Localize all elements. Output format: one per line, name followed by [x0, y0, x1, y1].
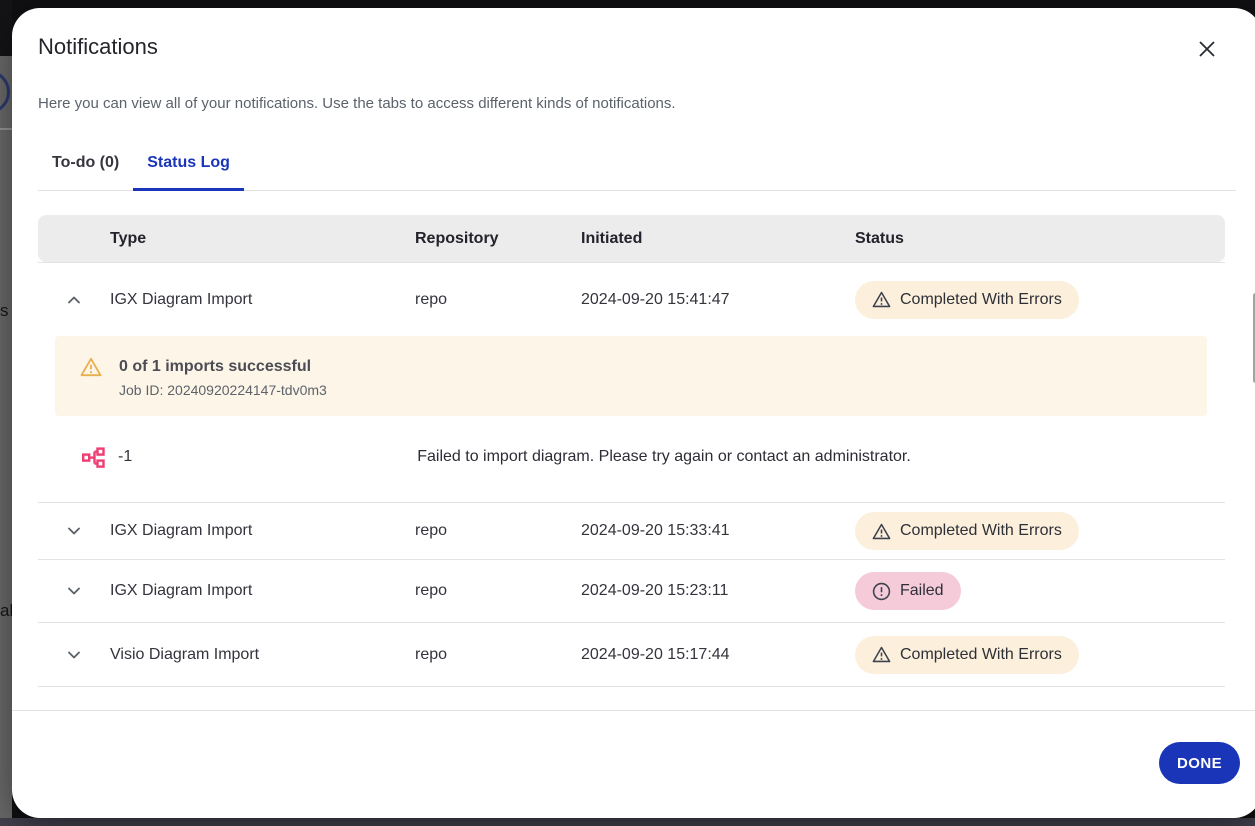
- collapse-row-button[interactable]: [38, 263, 110, 336]
- row-repository: repo: [415, 291, 581, 309]
- status-badge: Failed: [855, 572, 961, 610]
- table-row: Visio Diagram Import repo 2024-09-20 15:…: [38, 623, 1225, 687]
- row-initiated: 2024-09-20 15:33:41: [581, 522, 855, 540]
- row-initiated: 2024-09-20 15:23:11: [581, 582, 855, 600]
- chevron-down-icon: [64, 521, 84, 541]
- error-circle-icon: [872, 582, 891, 601]
- warning-triangle-icon: [872, 523, 891, 540]
- expand-row-button[interactable]: [38, 623, 110, 686]
- dialog-header: Notifications Here you can view all of y…: [12, 8, 1255, 191]
- status-log-table: Type Repository Initiated Status IGX Dia…: [12, 191, 1255, 710]
- table-row: IGX Diagram Import repo 2024-09-20 15:33…: [38, 503, 1225, 560]
- warning-triangle-icon: [872, 646, 891, 663]
- dialog-footer: DONE: [12, 710, 1255, 818]
- expand-row-button[interactable]: [38, 503, 110, 559]
- chevron-up-icon: [64, 290, 84, 310]
- notifications-dialog: Notifications Here you can view all of y…: [12, 8, 1255, 818]
- column-type: Type: [110, 230, 415, 248]
- import-item-id: -1: [118, 448, 132, 466]
- background-divider: [0, 128, 12, 130]
- import-summary-text: 0 of 1 imports successful: [119, 357, 327, 376]
- row-expanded-detail: 0 of 1 imports successful Job ID: 202409…: [38, 336, 1225, 503]
- close-button[interactable]: [1190, 32, 1224, 66]
- warning-triangle-icon: [872, 291, 891, 308]
- column-initiated: Initiated: [581, 230, 855, 248]
- row-repository: repo: [415, 522, 581, 540]
- table-header-row: Type Repository Initiated Status: [38, 215, 1225, 262]
- done-button[interactable]: DONE: [1159, 742, 1240, 784]
- row-repository: repo: [415, 646, 581, 664]
- row-type: Visio Diagram Import: [110, 646, 415, 664]
- chevron-down-icon: [64, 581, 84, 601]
- status-badge-label: Completed With Errors: [900, 646, 1062, 664]
- table-row: IGX Diagram Import repo 2024-09-20 15:41…: [38, 262, 1225, 336]
- tab-todo[interactable]: To-do (0): [38, 142, 133, 190]
- expand-row-button[interactable]: [38, 560, 110, 622]
- row-type: IGX Diagram Import: [110, 291, 415, 309]
- row-initiated: 2024-09-20 15:41:47: [581, 291, 855, 309]
- status-badge-label: Failed: [900, 582, 944, 600]
- status-badge: Completed With Errors: [855, 281, 1079, 319]
- diagram-icon: [82, 447, 105, 468]
- status-badge-label: Completed With Errors: [900, 522, 1062, 540]
- warning-triangle-icon: [80, 357, 102, 377]
- column-status: Status: [855, 230, 1225, 248]
- background-bottom-bar: [0, 818, 1255, 826]
- import-item-row: -1 Failed to import diagram. Please try …: [38, 432, 1225, 482]
- close-icon: [1197, 39, 1217, 59]
- import-error-message: Failed to import diagram. Please try aga…: [417, 448, 911, 466]
- row-type: IGX Diagram Import: [110, 522, 415, 540]
- tab-bar: To-do (0) Status Log: [38, 142, 1236, 191]
- chevron-down-icon: [64, 645, 84, 665]
- job-id-text: Job ID: 20240920224147-tdv0m3: [119, 382, 327, 398]
- row-type: IGX Diagram Import: [110, 582, 415, 600]
- table-row: IGX Diagram Import repo 2024-09-20 15:23…: [38, 560, 1225, 623]
- status-badge-label: Completed With Errors: [900, 291, 1062, 309]
- tab-status-log[interactable]: Status Log: [133, 142, 244, 190]
- dialog-title: Notifications: [38, 34, 1236, 60]
- row-initiated: 2024-09-20 15:17:44: [581, 646, 855, 664]
- row-repository: repo: [415, 582, 581, 600]
- column-repository: Repository: [415, 230, 581, 248]
- dialog-description: Here you can view all of your notificati…: [38, 95, 1236, 112]
- background-text-fragment: al: [0, 601, 12, 621]
- status-badge: Completed With Errors: [855, 636, 1079, 674]
- background-avatar-arc: [0, 70, 10, 114]
- background-app-header: [0, 0, 12, 56]
- import-summary-panel: 0 of 1 imports successful Job ID: 202409…: [55, 336, 1207, 416]
- background-app-strip: s al: [0, 56, 12, 818]
- background-text-fragment: s: [0, 301, 9, 321]
- status-badge: Completed With Errors: [855, 512, 1079, 550]
